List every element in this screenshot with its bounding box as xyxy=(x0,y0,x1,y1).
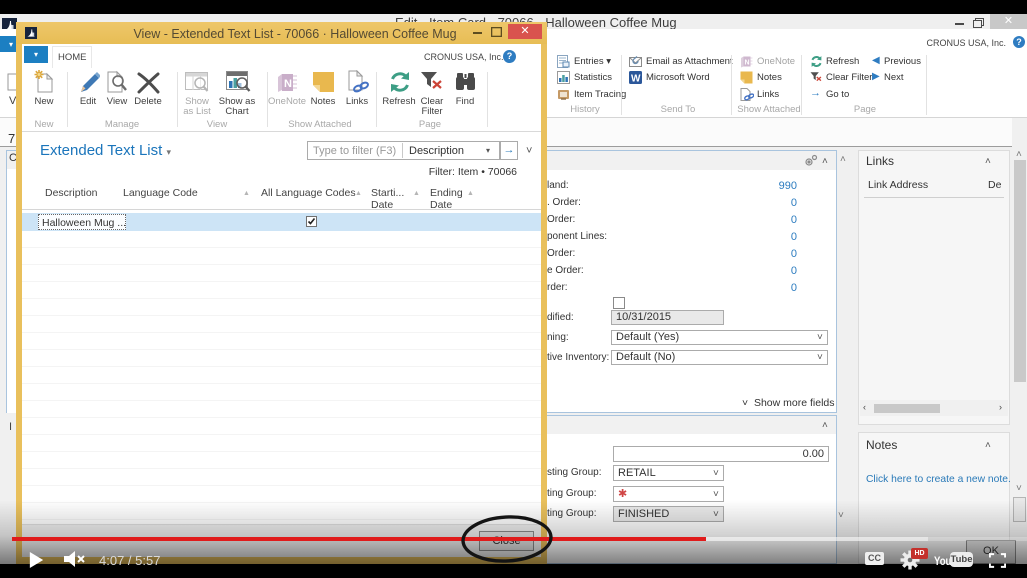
svg-text:N: N xyxy=(745,60,750,67)
svg-text:N: N xyxy=(284,78,292,90)
svg-text:W: W xyxy=(631,74,641,85)
